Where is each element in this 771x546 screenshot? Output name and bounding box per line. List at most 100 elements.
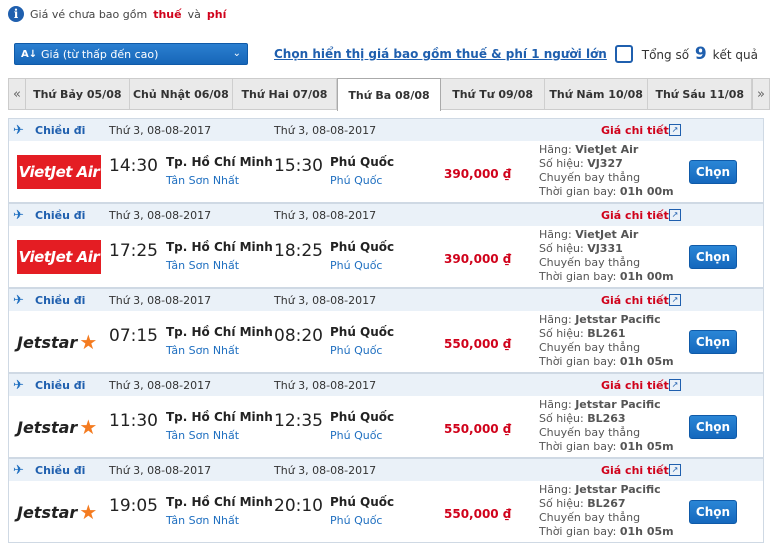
external-link-icon[interactable]: ↗: [669, 209, 681, 221]
flight-type: Chuyến bay thẳng: [539, 171, 641, 184]
departure-city: Tp. Hồ Chí Minh: [166, 410, 273, 424]
departure-airport: Tân Sơn Nhất: [166, 344, 240, 357]
plane-icon: ✈: [13, 377, 24, 393]
sort-icon: A↓: [21, 48, 38, 60]
plane-icon: ✈: [13, 462, 24, 478]
flight-body: VietJet Air 17:25 Tp. Hồ Chí Minh Tân Sơ…: [9, 226, 763, 288]
arrival-time: 18:25: [274, 241, 323, 261]
flight-number-label: Số hiệu:: [539, 157, 584, 170]
airline-logo: Jetstar ★: [17, 325, 101, 359]
arrival-date: Thứ 3, 08-08-2017: [274, 208, 377, 222]
choose-flight-button[interactable]: Chọn: [689, 160, 737, 184]
airline-logo: Jetstar ★: [17, 410, 101, 444]
departure-time: 19:05: [109, 496, 158, 516]
plane-icon: ✈: [13, 207, 24, 223]
flight-item: ✈ Chiều đi Thứ 3, 08-08-2017 Thứ 3, 08-0…: [8, 288, 764, 373]
departure-city: Tp. Hồ Chí Minh: [166, 495, 273, 509]
flight-price: 550,000 ₫: [444, 507, 512, 521]
airline-name: VietJet Air: [575, 143, 639, 156]
airline-logo: VietJet Air: [17, 240, 101, 274]
flight-price: 390,000 ₫: [444, 252, 512, 266]
flight-header: ✈ Chiều đi Thứ 3, 08-08-2017 Thứ 3, 08-0…: [9, 458, 763, 481]
date-tab[interactable]: Thứ Sáu 11/08: [648, 79, 753, 109]
flight-price: 550,000 ₫: [444, 422, 512, 436]
flight-item: ✈ Chiều đi Thứ 3, 08-08-2017 Thứ 3, 08-0…: [8, 373, 764, 458]
flight-duration: 01h 05m: [619, 525, 674, 538]
external-link-icon[interactable]: ↗: [669, 464, 681, 476]
flight-price: 390,000 ₫: [444, 167, 512, 181]
plane-icon: ✈: [13, 122, 24, 138]
arrival-airport: Phú Quốc: [330, 344, 383, 357]
date-tab[interactable]: Chủ Nhật 06/08: [130, 79, 234, 109]
arrival-date: Thứ 3, 08-08-2017: [274, 123, 377, 137]
tax-toggle-link[interactable]: Chọn hiển thị giá bao gồm thuế & phí 1 n…: [274, 47, 607, 61]
arrival-time: 15:30: [274, 156, 323, 176]
departure-airport: Tân Sơn Nhất: [166, 259, 240, 272]
choose-flight-button[interactable]: Chọn: [689, 415, 737, 439]
flight-type: Chuyến bay thẳng: [539, 426, 641, 439]
choose-flight-button[interactable]: Chọn: [689, 500, 737, 524]
duration-label: Thời gian bay:: [539, 525, 617, 538]
date-tab[interactable]: Thứ Tư 09/08: [441, 79, 545, 109]
flight-duration: 01h 05m: [619, 355, 674, 368]
total-results: Tổng số 9 kết quả: [642, 44, 758, 64]
price-notice: i Giá vé chưa bao gồm thuế và phí: [8, 4, 226, 24]
price-detail-link[interactable]: Giá chi tiết: [601, 124, 669, 137]
arrival-time: 08:20: [274, 326, 323, 346]
arrival-airport: Phú Quốc: [330, 514, 383, 527]
flight-body: Jetstar ★ 11:30 Tp. Hồ Chí Minh Tân Sơn N…: [9, 396, 763, 458]
arrival-airport: Phú Quốc: [330, 259, 383, 272]
departure-time: 17:25: [109, 241, 158, 261]
notice-and: và: [187, 7, 201, 21]
departure-time: 11:30: [109, 411, 158, 431]
external-link-icon[interactable]: ↗: [669, 379, 681, 391]
date-tab[interactable]: Thứ Hai 07/08: [233, 79, 337, 109]
external-link-icon[interactable]: ↗: [669, 294, 681, 306]
direction-label: Chiều đi: [35, 378, 86, 392]
departure-time: 14:30: [109, 156, 158, 176]
flight-type: Chuyến bay thẳng: [539, 341, 641, 354]
date-tab[interactable]: Thứ Ba 08/08: [336, 78, 442, 111]
next-dates-icon[interactable]: »: [752, 78, 770, 110]
flight-list: ✈ Chiều đi Thứ 3, 08-08-2017 Thứ 3, 08-0…: [8, 118, 764, 543]
flight-type: Chuyến bay thẳng: [539, 511, 641, 524]
tax-toggle-checkbox[interactable]: [614, 45, 633, 63]
choose-flight-button[interactable]: Chọn: [689, 245, 737, 269]
price-detail-link[interactable]: Giá chi tiết: [601, 209, 669, 222]
departure-city: Tp. Hồ Chí Minh: [166, 240, 273, 254]
airline-name: Jetstar Pacific: [575, 483, 661, 496]
total-suffix: kết quả: [712, 48, 758, 62]
departure-time: 07:15: [109, 326, 158, 346]
airline-logo-text: VietJet Air: [18, 248, 100, 266]
total-count: 9: [694, 44, 707, 64]
flight-item: ✈ Chiều đi Thứ 3, 08-08-2017 Thứ 3, 08-0…: [8, 203, 764, 288]
choose-flight-button[interactable]: Chọn: [689, 330, 737, 354]
flight-body: VietJet Air 14:30 Tp. Hồ Chí Minh Tân Sơ…: [9, 141, 763, 203]
date-tab[interactable]: Thứ Bảy 05/08: [26, 79, 130, 109]
sort-select[interactable]: A↓ Giá (từ thấp đến cao) ⌄: [14, 43, 248, 65]
flight-number: BL267: [587, 497, 626, 510]
price-detail-link[interactable]: Giá chi tiết: [601, 464, 669, 477]
date-tab[interactable]: Thứ Năm 10/08: [545, 79, 649, 109]
external-link-icon[interactable]: ↗: [669, 124, 681, 136]
airline-label: Hãng:: [539, 143, 572, 156]
departure-city: Tp. Hồ Chí Minh: [166, 155, 273, 169]
flight-number-label: Số hiệu:: [539, 242, 584, 255]
price-detail-link[interactable]: Giá chi tiết: [601, 294, 669, 307]
airline-logo-text: Jetstar: [17, 332, 78, 352]
airline-name: VietJet Air: [575, 228, 639, 241]
arrival-city: Phú Quốc: [330, 155, 395, 169]
departure-airport: Tân Sơn Nhất: [166, 174, 240, 187]
direction-label: Chiều đi: [35, 123, 86, 137]
prev-dates-icon[interactable]: «: [8, 78, 26, 110]
flight-duration: 01h 00m: [619, 185, 674, 198]
direction-label: Chiều đi: [35, 293, 86, 307]
duration-label: Thời gian bay:: [539, 355, 617, 368]
flight-info: Hãng: VietJet Air Số hiệu: VJ331 Chuyến …: [539, 228, 674, 284]
direction-label: Chiều đi: [35, 463, 86, 477]
price-detail-link[interactable]: Giá chi tiết: [601, 379, 669, 392]
airline-name: Jetstar Pacific: [575, 398, 661, 411]
notice-fee: phí: [206, 7, 227, 21]
arrival-city: Phú Quốc: [330, 410, 395, 424]
notice-tax: thuế: [153, 7, 182, 21]
